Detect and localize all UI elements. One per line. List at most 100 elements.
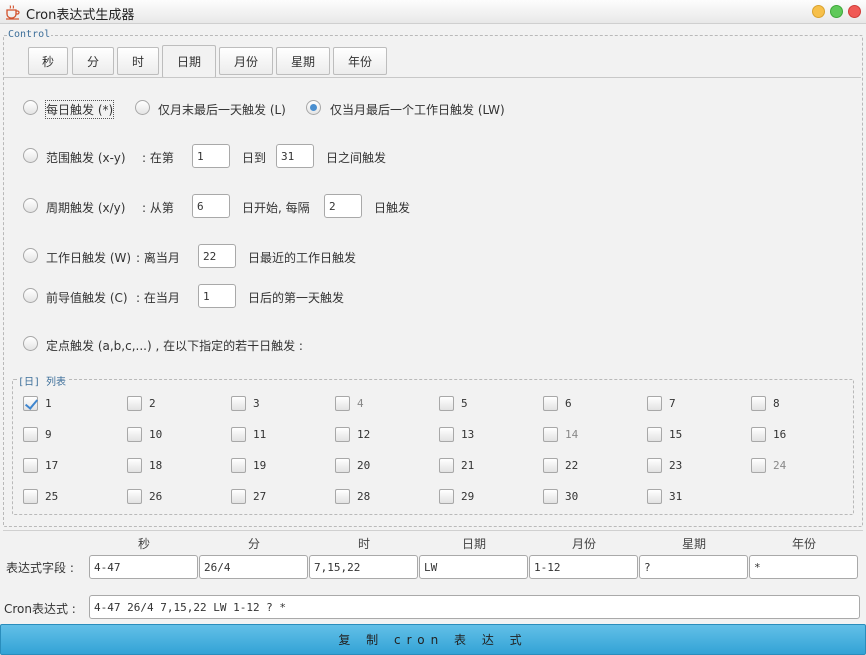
- section-divider: [3, 530, 863, 531]
- day-checkbox[interactable]: [439, 396, 454, 411]
- day-checkbox[interactable]: [647, 489, 662, 504]
- day-checkbox[interactable]: [335, 458, 350, 473]
- day-checkbox[interactable]: [231, 458, 246, 473]
- tab-date[interactable]: 日期: [162, 45, 216, 78]
- radio-every-day[interactable]: [23, 100, 38, 115]
- day-checkbox[interactable]: [127, 489, 142, 504]
- col-header-month: 月份: [571, 537, 596, 551]
- col-header-weekday: 星期: [681, 537, 706, 551]
- radio-cycle[interactable]: [23, 198, 38, 213]
- day-checkbox-label: 7: [669, 397, 676, 410]
- last-day-label[interactable]: 仅月末最后一天触发 (L): [158, 101, 286, 118]
- month-field[interactable]: 1-12: [529, 555, 638, 579]
- col-header-second: 秒: [137, 537, 150, 551]
- range-from-prefix: : 在第: [142, 151, 174, 165]
- day-list-legend: [日] 列表: [17, 373, 68, 388]
- day-checkbox[interactable]: [543, 396, 558, 411]
- radio-last-day-of-month[interactable]: [135, 100, 150, 115]
- day-checkbox[interactable]: [647, 427, 662, 442]
- day-checkbox[interactable]: [751, 396, 766, 411]
- day-checkbox-label: 15: [669, 428, 683, 441]
- every-day-label[interactable]: 每日触发 (*): [44, 100, 115, 119]
- leading-input[interactable]: 1: [198, 284, 236, 308]
- day-checkbox[interactable]: [751, 427, 766, 442]
- day-checkbox-label: 24: [773, 459, 787, 472]
- day-checkbox[interactable]: [543, 427, 558, 442]
- day-checkbox[interactable]: [439, 458, 454, 473]
- day-checkbox-label: 11: [253, 428, 267, 441]
- cycle-start-input[interactable]: 6: [192, 194, 230, 218]
- day-checkbox[interactable]: [127, 458, 142, 473]
- day-checkbox[interactable]: [335, 427, 350, 442]
- workday-suffix: 日最近的工作日触发: [248, 251, 357, 265]
- cycle-suffix: 日触发: [374, 201, 411, 215]
- day-checkbox-label: 8: [773, 397, 780, 410]
- day-checkbox[interactable]: [751, 458, 766, 473]
- range-to-input[interactable]: 31: [276, 144, 314, 168]
- cycle-start-prefix: : 从第: [142, 201, 174, 215]
- workday-label[interactable]: 工作日触发 (W): [46, 249, 131, 266]
- date-field[interactable]: LW: [419, 555, 528, 579]
- fixed-label[interactable]: 定点触发 (a,b,c,...) , 在以下指定的若干日触发 :: [46, 337, 303, 354]
- tab-second[interactable]: 秒: [28, 47, 68, 75]
- day-checkbox[interactable]: [543, 489, 558, 504]
- copy-cron-button[interactable]: 复 制 cron 表 达 式: [0, 624, 866, 655]
- tab-month[interactable]: 月份: [219, 47, 273, 75]
- hour-field[interactable]: 7,15,22: [309, 555, 418, 579]
- weekday-field[interactable]: ?: [639, 555, 748, 579]
- radio-range[interactable]: [23, 148, 38, 163]
- leading-label[interactable]: 前导值触发 (C): [46, 289, 128, 306]
- minute-field[interactable]: 26/4: [199, 555, 308, 579]
- range-from-input[interactable]: 1: [192, 144, 230, 168]
- day-checkbox[interactable]: [23, 458, 38, 473]
- last-workday-label[interactable]: 仅当月最后一个工作日触发 (LW): [330, 101, 505, 118]
- cron-expression-field[interactable]: 4-47 26/4 7,15,22 LW 1-12 ? *: [89, 595, 860, 619]
- tab-year[interactable]: 年份: [333, 47, 387, 75]
- minimize-button[interactable]: [812, 5, 825, 18]
- day-checkbox[interactable]: [335, 489, 350, 504]
- cron-expression-label: Cron表达式 :: [4, 602, 76, 616]
- tab-hour[interactable]: 时: [117, 47, 159, 75]
- day-checkbox[interactable]: [23, 427, 38, 442]
- fields-row-label: 表达式字段 :: [6, 561, 74, 575]
- day-checkbox[interactable]: [231, 489, 246, 504]
- day-checkbox[interactable]: [543, 458, 558, 473]
- day-checkbox[interactable]: [127, 396, 142, 411]
- close-button[interactable]: [848, 5, 861, 18]
- range-to-prefix: 日到: [242, 151, 267, 165]
- radio-fixed[interactable]: [23, 336, 38, 351]
- cycle-label[interactable]: 周期触发 (x/y): [46, 199, 125, 216]
- day-checkbox-label: 14: [565, 428, 579, 441]
- day-checkbox[interactable]: [231, 396, 246, 411]
- day-checkbox[interactable]: [127, 427, 142, 442]
- day-checkbox-label: 28: [357, 490, 371, 503]
- second-field[interactable]: 4-47: [89, 555, 198, 579]
- workday-prefix: : 离当月: [136, 251, 180, 265]
- day-checkbox[interactable]: [23, 396, 38, 411]
- day-checkbox-label: 31: [669, 490, 683, 503]
- day-checkbox[interactable]: [335, 396, 350, 411]
- workday-input[interactable]: 22: [198, 244, 236, 268]
- day-checkbox[interactable]: [647, 396, 662, 411]
- radio-workday[interactable]: [23, 248, 38, 263]
- maximize-button[interactable]: [830, 5, 843, 18]
- day-checkbox[interactable]: [647, 458, 662, 473]
- day-checkbox-label: 6: [565, 397, 572, 410]
- day-checkbox[interactable]: [439, 427, 454, 442]
- tab-minute[interactable]: 分: [72, 47, 114, 75]
- cycle-step-input[interactable]: 2: [324, 194, 362, 218]
- tab-weekday[interactable]: 星期: [276, 47, 330, 75]
- day-checkbox-label: 9: [45, 428, 52, 441]
- radio-last-workday-of-month[interactable]: [306, 100, 321, 115]
- range-label[interactable]: 范围触发 (x-y): [46, 149, 126, 166]
- radio-leading[interactable]: [23, 288, 38, 303]
- day-checkbox[interactable]: [439, 489, 454, 504]
- day-checkbox[interactable]: [23, 489, 38, 504]
- day-checkbox-label: 3: [253, 397, 260, 410]
- day-checkbox[interactable]: [231, 427, 246, 442]
- col-header-minute: 分: [247, 537, 260, 551]
- leading-suffix: 日后的第一天触发: [248, 291, 345, 305]
- year-field[interactable]: *: [749, 555, 858, 579]
- day-checkbox-label: 5: [461, 397, 468, 410]
- control-legend: Control: [7, 29, 52, 40]
